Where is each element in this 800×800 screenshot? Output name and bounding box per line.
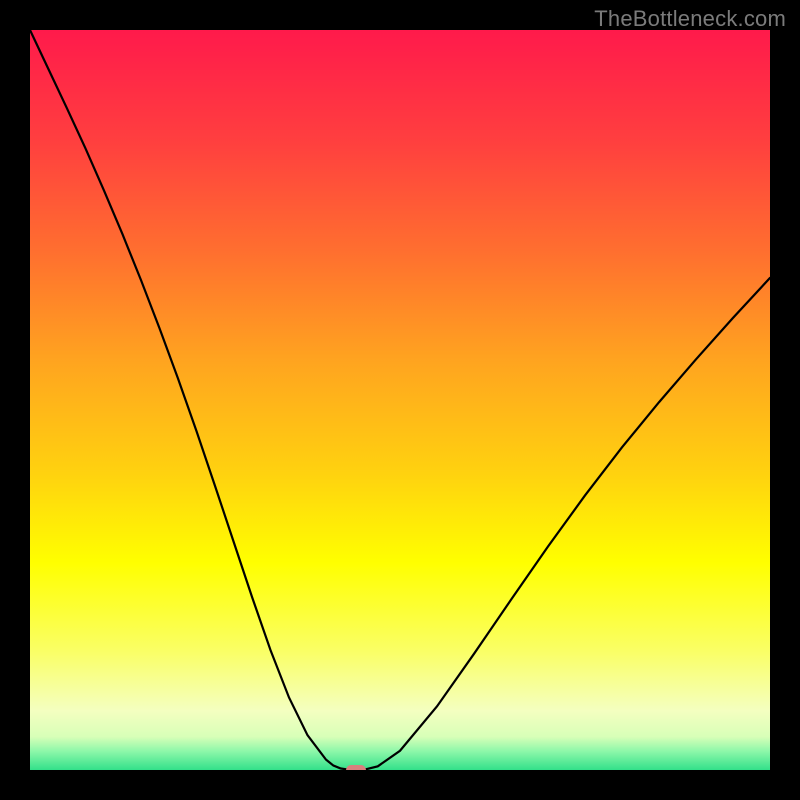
chart-svg [30, 30, 770, 770]
optimal-marker [346, 765, 366, 770]
watermark-text: TheBottleneck.com [594, 6, 786, 32]
chart-frame: TheBottleneck.com [0, 0, 800, 800]
chart-background [30, 30, 770, 770]
chart-plot-area [30, 30, 770, 770]
